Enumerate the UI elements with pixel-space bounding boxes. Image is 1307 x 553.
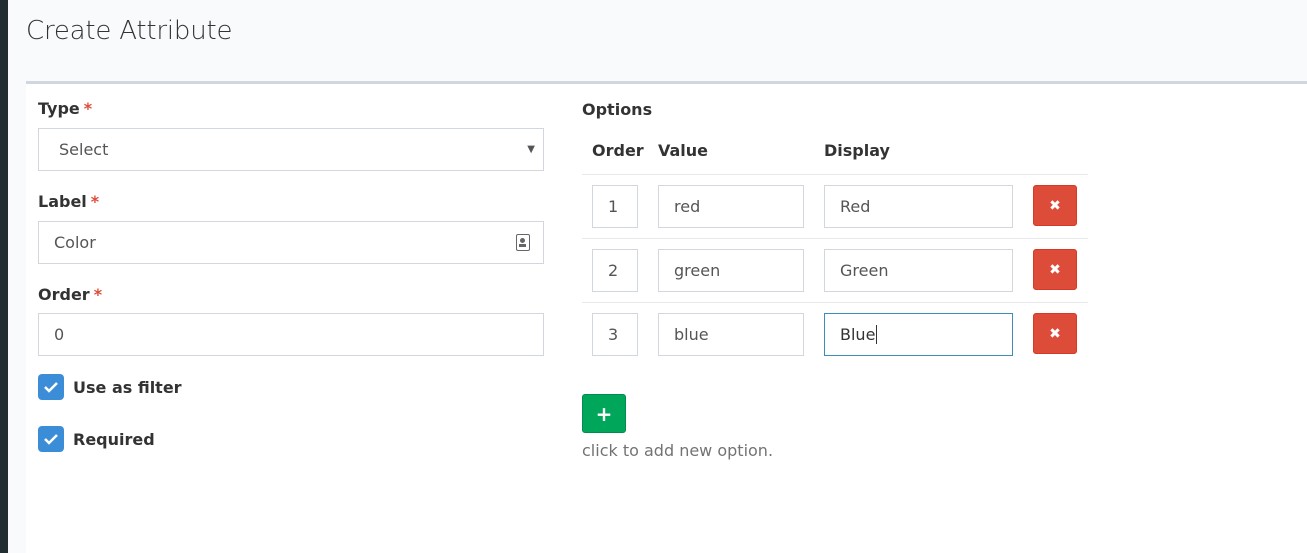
content-area: Create Attribute Type * Select ▼ Label * C…	[8, 0, 1307, 553]
page-title: Create Attribute	[26, 16, 233, 46]
use-as-filter-row: Use as filter	[38, 374, 182, 400]
option-value-text: red	[674, 197, 701, 216]
type-select[interactable]: Select ▼	[38, 128, 544, 171]
option-value-input[interactable]: green	[658, 249, 804, 292]
option-value-text: blue	[674, 325, 709, 344]
checkmark-icon	[44, 382, 58, 393]
sidebar-edge	[0, 0, 8, 553]
row-divider	[582, 238, 1088, 239]
form-box: Type* Select ▼ Label* Color Order* 0	[26, 81, 1307, 553]
close-icon: ✖	[1049, 197, 1061, 214]
contact-card-icon[interactable]	[516, 234, 530, 251]
close-icon: ✖	[1049, 325, 1061, 342]
plus-icon: +	[595, 401, 613, 426]
option-order-value: 3	[608, 325, 619, 344]
add-option-button[interactable]: +	[582, 394, 626, 433]
delete-option-button[interactable]: ✖	[1033, 185, 1077, 226]
option-order-value: 1	[608, 197, 619, 216]
option-display-text: Blue	[840, 325, 876, 344]
type-label: Type *	[38, 99, 92, 118]
required-mark: *	[93, 285, 103, 304]
option-order-input[interactable]: 1	[592, 185, 638, 228]
label-field-label: Label *	[38, 192, 99, 211]
use-as-filter-label: Use as filter	[73, 377, 182, 397]
type-label-text: Type	[38, 99, 80, 118]
label-input[interactable]: Color	[38, 221, 544, 264]
close-icon: ✖	[1049, 261, 1061, 278]
required-checkbox[interactable]	[38, 426, 64, 452]
required-row: Required	[38, 426, 155, 452]
option-display-text: Green	[840, 261, 889, 280]
option-display-input[interactable]: Blue	[824, 313, 1013, 356]
display-column-header: Display	[824, 141, 890, 160]
order-column-header: Order	[592, 141, 644, 160]
option-order-input[interactable]: 2	[592, 249, 638, 292]
row-divider	[582, 174, 1088, 175]
use-as-filter-checkbox[interactable]	[38, 374, 64, 400]
option-value-text: green	[674, 261, 721, 280]
order-input-value: 0	[54, 325, 65, 344]
delete-option-button[interactable]: ✖	[1033, 313, 1077, 354]
add-option-hint: click to add new option.	[582, 441, 774, 460]
required-mark: *	[90, 192, 100, 211]
row-divider	[582, 302, 1088, 303]
option-order-value: 2	[608, 261, 619, 280]
required-label: Required	[73, 429, 155, 449]
order-label-text: Order	[38, 285, 90, 304]
type-select-value: Select	[59, 140, 109, 159]
option-value-input[interactable]: blue	[658, 313, 804, 356]
order-input[interactable]: 0	[38, 313, 544, 356]
value-column-header: Value	[658, 141, 709, 160]
delete-option-button[interactable]: ✖	[1033, 249, 1077, 290]
option-value-input[interactable]: red	[658, 185, 804, 228]
label-label-text: Label	[38, 192, 87, 211]
options-title: Options	[582, 100, 653, 119]
option-display-input[interactable]: Green	[824, 249, 1013, 292]
label-input-value: Color	[54, 233, 96, 252]
option-display-text: Red	[840, 197, 871, 216]
option-order-input[interactable]: 3	[592, 313, 638, 356]
chevron-down-icon: ▼	[527, 144, 535, 155]
checkmark-icon	[44, 434, 58, 445]
required-mark: *	[83, 99, 93, 118]
text-cursor	[876, 325, 878, 344]
order-label: Order *	[38, 285, 102, 304]
option-display-input[interactable]: Red	[824, 185, 1013, 228]
